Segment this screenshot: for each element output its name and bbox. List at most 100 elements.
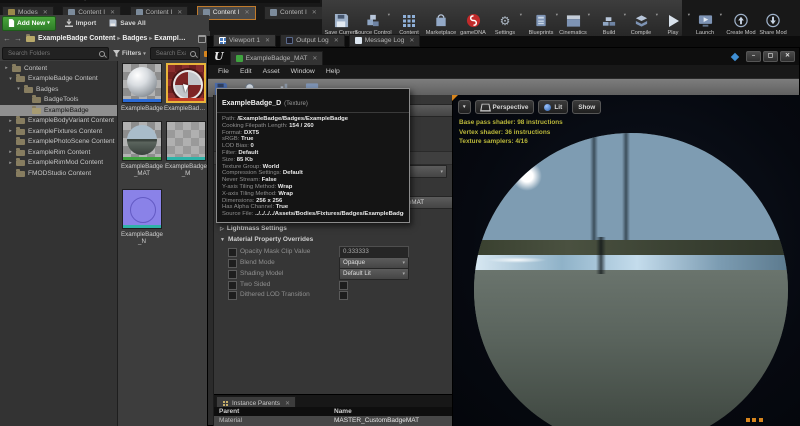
breadcrumb[interactable]: ExampleBadge Content▸Badges▸ExampleBadge… [38, 35, 188, 42]
close-icon[interactable]: ✕ [265, 37, 270, 44]
search-folders-input[interactable] [6, 49, 97, 58]
show-button[interactable]: Show [572, 100, 601, 114]
save-current-button[interactable]: Save Current [325, 0, 357, 38]
source-control-button[interactable]: Source Control▾ [357, 0, 389, 38]
grid-icon [402, 12, 416, 29]
share-icon [766, 12, 780, 29]
me-menu-file[interactable]: File [218, 68, 229, 75]
tree-item-examplebadge-selected[interactable]: ExampleBadge [0, 105, 117, 116]
lightmass-settings-header[interactable]: ▷ Lightmass Settings [220, 225, 287, 232]
me-menu-edit[interactable]: Edit [240, 68, 252, 75]
active-panel-corner [452, 95, 458, 101]
me-asset-tab[interactable]: ExampleBadge_MAT ✕ [230, 51, 324, 66]
blueprints-button[interactable]: Blueprints▾ [525, 0, 557, 38]
breadcrumb-badges[interactable]: Badges [122, 35, 147, 42]
search-assets-input[interactable] [154, 49, 188, 58]
breadcrumb-examplebadge[interactable]: ExampleBadge [154, 35, 188, 42]
compile-button[interactable]: Compile▾ [625, 0, 657, 38]
tree-item-badgetools[interactable]: BadgeTools [0, 95, 117, 106]
chevron-down-icon[interactable]: ▾ [588, 12, 590, 18]
launch-icon [698, 12, 713, 29]
breadcrumb-bar: ← → ExampleBadge Content▸Badges▸ExampleB… [0, 31, 210, 47]
cinematics-button[interactable]: Cinematics▾ [557, 0, 589, 38]
close-icon[interactable]: ✕ [285, 400, 290, 407]
me-title-bar[interactable]: U ExampleBadge_MAT ✕ – ▢ ✕ [208, 48, 799, 65]
share-mod-button[interactable]: Share Mod [757, 0, 789, 38]
tree-item-examplerimmod[interactable]: ▸ExampleRimMod Content [0, 158, 117, 169]
tree-item-examplerim[interactable]: ▸ExampleRim Content [0, 147, 117, 158]
launch-button[interactable]: Launch▾ [689, 0, 721, 38]
build-button[interactable]: Build▾ [593, 0, 625, 38]
tree-item-badges[interactable]: ▾Badges [0, 84, 117, 95]
tab-output-log[interactable]: Output Log✕ [280, 34, 345, 47]
two-sided-value-checkbox[interactable] [339, 281, 348, 290]
viewport-options-button[interactable]: ▾ [458, 100, 471, 114]
col-name[interactable]: Name [334, 408, 352, 415]
menu-help[interactable]: Help [75, 0, 87, 1]
minimize-button[interactable]: – [746, 51, 761, 62]
filters-button[interactable]: Filters ▾ [113, 50, 146, 57]
breadcrumb-root[interactable]: ExampleBadge Content [38, 35, 115, 42]
search-icon [99, 51, 105, 57]
close-icon[interactable]: ✕ [312, 9, 317, 16]
tree-item-content[interactable]: ▸Content [0, 63, 117, 74]
asset-examplebadge-m[interactable]: ExampleBadge_M [166, 121, 206, 177]
play-icon [667, 12, 680, 29]
instance-parents-row[interactable]: Material MASTER_CustomBadgeMAT [214, 416, 453, 426]
chevron-down-icon[interactable]: ▾ [720, 12, 722, 18]
play-button[interactable]: Play▾ [657, 0, 689, 38]
tab-viewport-1[interactable]: Viewport 1✕ [213, 34, 276, 47]
col-parent[interactable]: Parent [219, 408, 239, 415]
close-icon[interactable]: ✕ [334, 37, 339, 44]
gamedna-button[interactable]: gameDNA [457, 0, 489, 38]
forward-arrow-icon[interactable]: → [14, 34, 22, 43]
me-preview-viewport[interactable]: ▾ Perspective Lit Show Base pass shader:… [452, 95, 800, 426]
tab-message-log[interactable]: Message Log✕ [349, 34, 421, 47]
tree-item-examplebadge-content[interactable]: ▾ExampleBadge Content [0, 74, 117, 85]
dithered-lod-value-checkbox[interactable] [339, 291, 348, 300]
search-assets-box[interactable] [150, 47, 200, 60]
tab-content-4[interactable]: Content I✕ [264, 6, 323, 20]
blend-mode-checkbox[interactable] [228, 259, 237, 268]
perspective-button[interactable]: Perspective [475, 100, 535, 114]
asset-examplebadge-mat[interactable]: ExampleBadge_MAT [122, 121, 162, 177]
create-mod-button[interactable]: Create Mod [725, 0, 757, 38]
asset-examplebadge-n[interactable]: ExampleBadge_N [122, 189, 162, 245]
opacity-mask-clip-checkbox[interactable] [228, 248, 237, 257]
shading-model-checkbox[interactable] [228, 270, 237, 279]
me-menu-asset[interactable]: Asset [263, 68, 280, 75]
marketplace-button[interactable]: Marketplace [425, 0, 457, 38]
search-folders-box[interactable] [2, 47, 109, 60]
close-icon[interactable]: ✕ [312, 55, 317, 62]
settings-button[interactable]: ⚙ Settings▾ [489, 0, 521, 38]
chevron-down-icon[interactable]: ▾ [388, 12, 390, 18]
tree-item-examplefixtures[interactable]: ▸ExampleFixtures Content [0, 126, 117, 137]
asset-examplebadge[interactable]: ExampleBadge [122, 63, 162, 112]
tooltip-body: Path/ExampleBadge/Badges/ExampleBadge Co… [217, 113, 409, 222]
add-new-button[interactable]: Add New ▾ [2, 16, 56, 31]
menu-edit[interactable]: Edit [24, 0, 34, 1]
save-all-button[interactable]: Save All [105, 17, 149, 30]
asset-examplebadge-d-selected[interactable]: ExampleBadge_D [166, 63, 206, 112]
lit-button[interactable]: Lit [538, 100, 568, 114]
close-icon[interactable]: ✕ [245, 9, 250, 16]
tree-item-fmodstudio[interactable]: FMODStudio Content [0, 168, 117, 179]
material-property-overrides-header[interactable]: ▼ Material Property Overrides [220, 236, 313, 243]
close-window-button[interactable]: ✕ [780, 51, 795, 62]
back-arrow-icon[interactable]: ← [3, 34, 11, 43]
maximize-button[interactable]: ▢ [763, 51, 778, 62]
import-button[interactable]: Import [61, 17, 101, 30]
tree-item-examplephotoscene[interactable]: ExamplePhotoScene Content [0, 137, 117, 148]
shading-model-combo[interactable]: Default Lit▾ [339, 268, 409, 280]
me-menu-window[interactable]: Window [291, 68, 315, 75]
dithered-lod-checkbox[interactable] [228, 291, 237, 300]
chevron-down-icon[interactable]: ▾ [520, 12, 522, 18]
menu-file[interactable]: File [4, 0, 14, 1]
tree-item-examplebodyvariant[interactable]: ▸ExampleBodyVariant Content [0, 116, 117, 127]
menu-window[interactable]: Window [44, 0, 65, 1]
two-sided-checkbox[interactable] [228, 281, 237, 290]
me-menu-help[interactable]: Help [326, 68, 340, 75]
close-icon[interactable]: ✕ [409, 37, 414, 44]
lock-icon[interactable] [198, 35, 206, 43]
content-button[interactable]: Content [393, 0, 425, 38]
